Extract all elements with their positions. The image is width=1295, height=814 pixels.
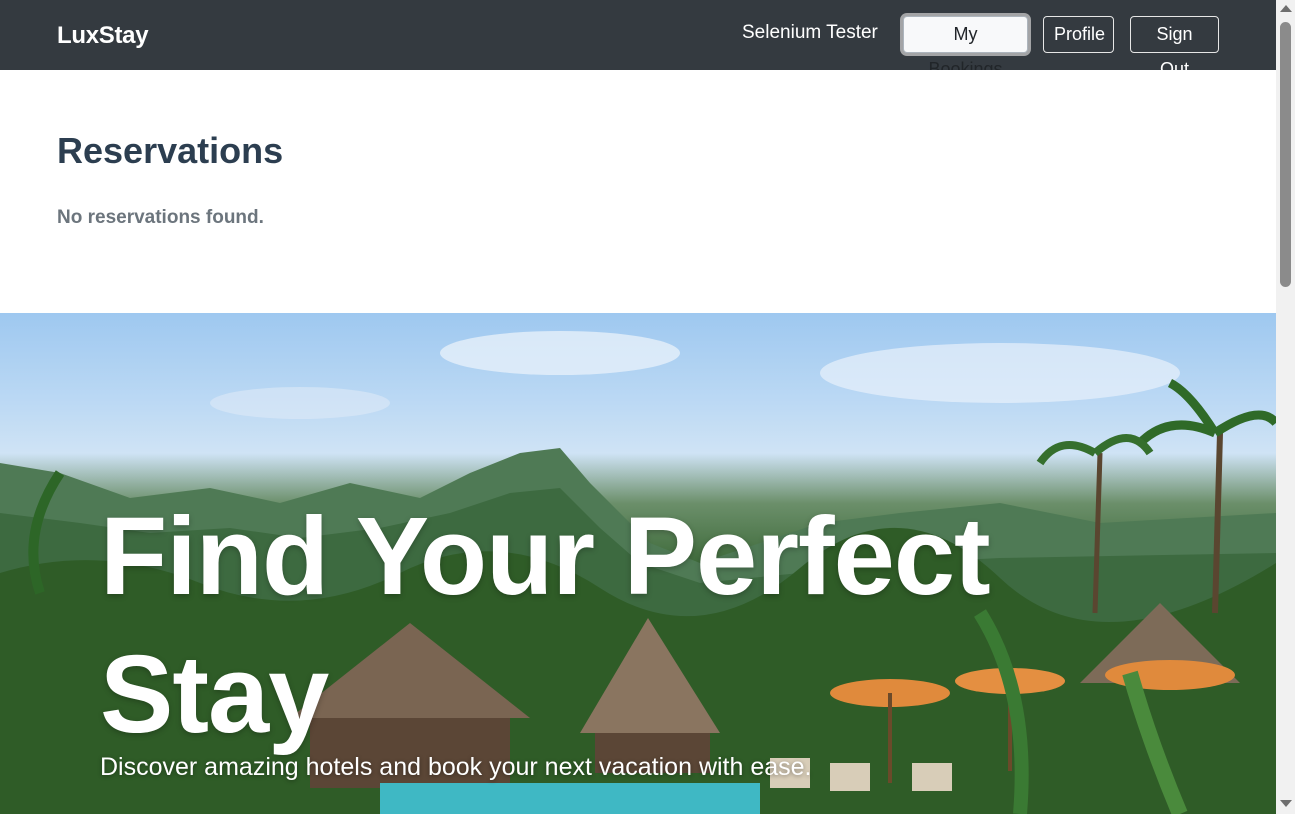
hero-banner: Find Your Perfect Stay Discover amazing … (0, 313, 1276, 814)
brand-logo[interactable]: LuxStay (57, 22, 149, 50)
hero-title: Find Your Perfect Stay (100, 495, 991, 756)
page-title: Reservations (57, 130, 284, 171)
my-bookings-button[interactable]: My Bookings (903, 16, 1028, 79)
vertical-scrollbar[interactable] (1276, 0, 1295, 814)
reservations-section: Reservations No reservations found. (0, 70, 1276, 313)
current-user-name: Selenium Tester (742, 22, 878, 43)
hero-subtitle: Discover amazing hotels and book your ne… (100, 753, 812, 781)
scrollbar-thumb[interactable] (1280, 22, 1291, 287)
profile-button[interactable]: Profile (1043, 16, 1114, 53)
top-navbar: LuxStay Selenium Tester My Bookings Prof… (0, 0, 1276, 79)
scroll-down-arrow-icon[interactable] (1280, 800, 1292, 807)
empty-reservations-message: No reservations found. (57, 207, 264, 228)
scroll-up-arrow-icon[interactable] (1280, 5, 1292, 12)
sign-out-button[interactable]: Sign Out (1130, 16, 1219, 79)
